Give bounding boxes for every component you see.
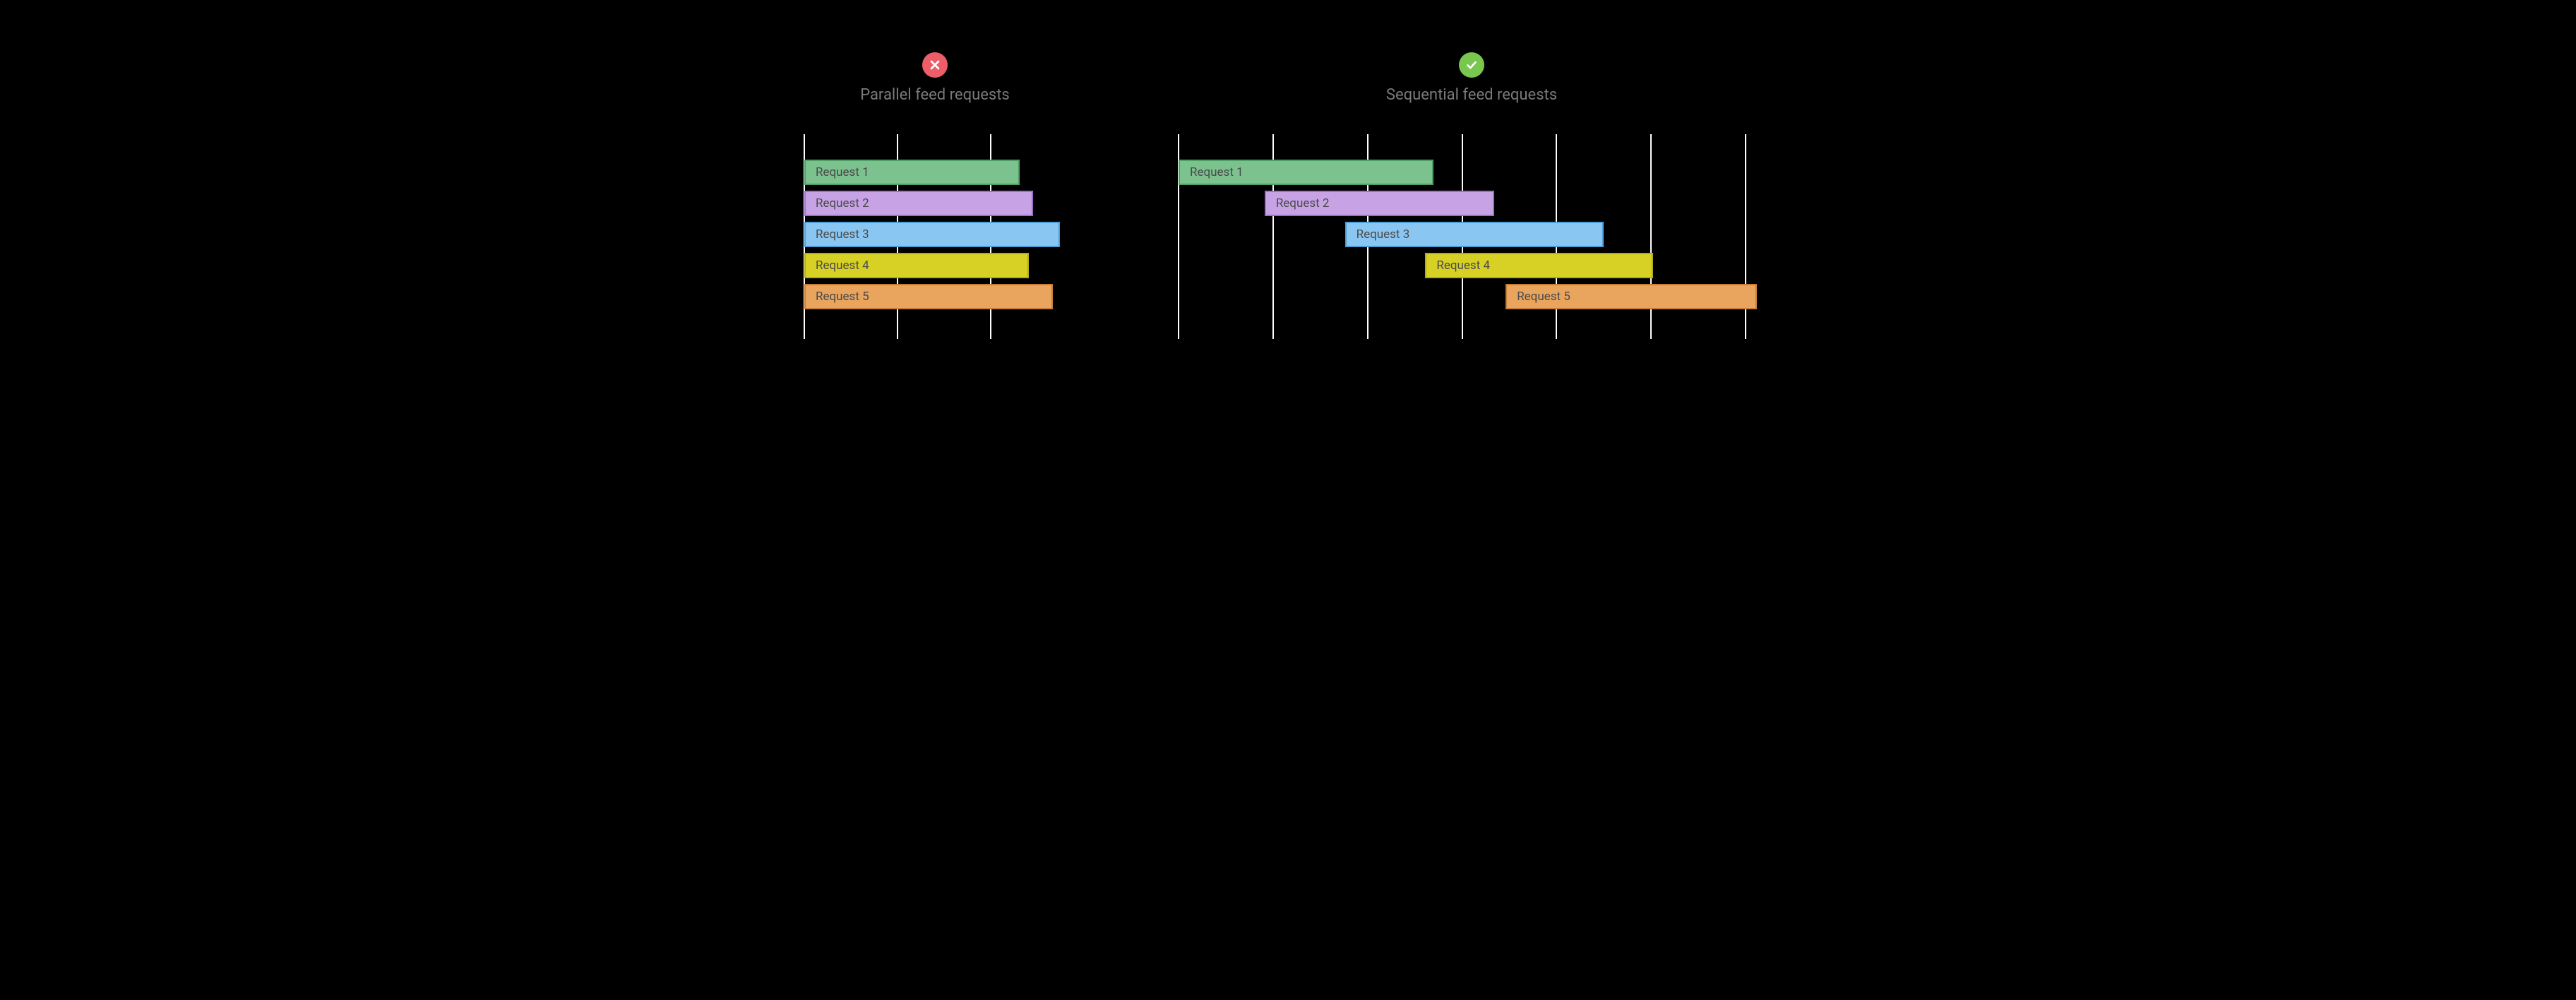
chart-sequential: Request 1 Request 2 Request 3 Request 4 Requ…: [1179, 134, 1765, 339]
request-bar-label: Request 4: [816, 258, 869, 273]
diagram-stage: Parallel feed requests Request 1Request …: [730, 0, 1846, 434]
request-bar: Request 3: [804, 222, 1060, 247]
panel-title-sequential: Sequential feed requests: [1179, 86, 1765, 104]
request-bar-label: Request 2: [816, 196, 869, 210]
request-bar: Request 1: [1179, 160, 1433, 185]
request-bar-label: Request 3: [1356, 227, 1410, 242]
request-bar: Request 4: [1425, 253, 1653, 278]
cross-icon: [922, 52, 948, 78]
request-bar: Request 4: [804, 253, 1029, 278]
request-bar: Request 3: [1345, 222, 1604, 247]
request-bar: Request 2: [804, 191, 1033, 216]
request-bar-label: Request 5: [1517, 290, 1570, 304]
request-bar-label: Request 2: [1276, 196, 1330, 210]
request-bar-label: Request 5: [816, 290, 869, 304]
request-bar-label: Request 1: [1190, 165, 1244, 179]
request-bar-label: Request 3: [816, 227, 869, 242]
request-bar-label: Request 1: [816, 165, 869, 179]
chart-parallel: Request 1 Request 2 Request 3 Request 4 Requ…: [804, 134, 1066, 339]
request-bar: Request 5: [804, 284, 1053, 309]
panel-title-parallel: Parallel feed requests: [804, 86, 1066, 104]
request-bar-label: Request 4: [1436, 258, 1490, 273]
check-icon: [1459, 52, 1484, 78]
request-bar: Request 2: [1265, 191, 1494, 216]
request-bar: Request 5: [1505, 284, 1757, 309]
request-bar: Request 1: [804, 160, 1020, 185]
